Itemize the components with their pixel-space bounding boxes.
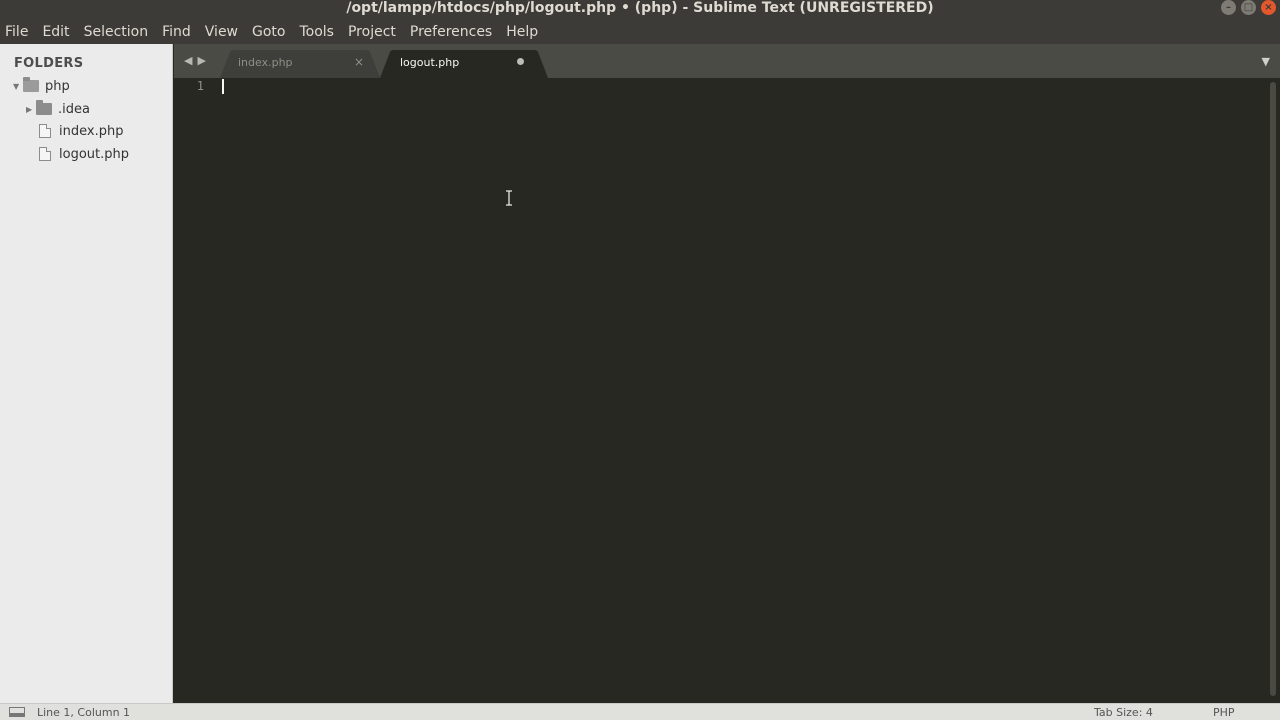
ibeam-cursor-icon: [506, 190, 512, 206]
window-controls: – □ ×: [1221, 0, 1276, 16]
file-icon: [39, 147, 51, 161]
nav-right-icon[interactable]: ▶: [197, 54, 205, 67]
nav-left-icon[interactable]: ◀: [184, 54, 192, 67]
tab-dropdown-icon[interactable]: ▼: [1262, 55, 1270, 68]
code-editor[interactable]: 1: [174, 78, 1266, 703]
close-window-button[interactable]: ×: [1261, 0, 1276, 15]
menu-preferences[interactable]: Preferences: [403, 20, 499, 44]
sidebar-header: FOLDERS: [14, 56, 84, 71]
syntax-mode[interactable]: PHP: [1213, 706, 1235, 719]
close-tab-icon[interactable]: ×: [354, 55, 364, 69]
tab-nav-arrows: ◀ ▶: [184, 54, 206, 67]
maximize-button[interactable]: □: [1241, 0, 1256, 15]
menu-file[interactable]: File: [5, 20, 35, 44]
cursor-position: Line 1, Column 1: [37, 706, 131, 719]
menu-tools[interactable]: Tools: [292, 20, 341, 44]
folder-icon: [36, 100, 52, 115]
tab-label: logout.php: [400, 56, 460, 69]
scrollbar-thumb[interactable]: [1270, 82, 1276, 696]
tree-folder-label: .idea: [58, 101, 90, 117]
sidebar: FOLDERS ▼ php ▶ .idea index.php logout.p…: [0, 44, 173, 703]
tab-bar: ◀ ▶ index.php × logout.php ▼: [174, 44, 1280, 78]
text-cursor: [222, 79, 224, 94]
minimize-button[interactable]: –: [1221, 0, 1236, 15]
tree-file-label: logout.php: [59, 146, 129, 162]
menu-help[interactable]: Help: [499, 20, 545, 44]
chevron-down-icon[interactable]: ▼: [13, 82, 23, 91]
vertical-scrollbar[interactable]: [1266, 78, 1280, 703]
tab-logout-php[interactable]: logout.php: [380, 50, 548, 78]
unsaved-dot-icon[interactable]: [517, 58, 524, 65]
tree-file-index[interactable]: index.php: [39, 121, 123, 141]
status-bar: Line 1, Column 1 Tab Size: 4 PHP: [0, 703, 1280, 720]
tree-file-label: index.php: [59, 123, 124, 139]
maximize-icon: □: [1243, 2, 1254, 13]
tree-folder-label: php: [45, 78, 70, 94]
folder-open-icon: [23, 77, 39, 92]
tab-index-php[interactable]: index.php ×: [220, 50, 380, 78]
tree-file-logout[interactable]: logout.php: [39, 144, 129, 164]
tree-folder-idea[interactable]: ▶ .idea: [26, 99, 90, 119]
line-number: 1: [196, 79, 204, 93]
file-icon: [39, 124, 51, 138]
menu-selection[interactable]: Selection: [77, 20, 156, 44]
tab-label: index.php: [238, 56, 293, 69]
minimize-icon: –: [1226, 2, 1231, 13]
window-titlebar: /opt/lampp/htdocs/php/logout.php • (php)…: [0, 0, 1280, 20]
menu-bar: File Edit Selection Find View Goto Tools…: [0, 20, 1280, 44]
window-title: /opt/lampp/htdocs/php/logout.php • (php)…: [346, 0, 934, 16]
menu-view[interactable]: View: [198, 20, 245, 44]
panel-toggle-icon[interactable]: [9, 707, 25, 717]
tree-folder-php[interactable]: ▼ php: [13, 76, 70, 96]
menu-goto[interactable]: Goto: [245, 20, 292, 44]
tab-size[interactable]: Tab Size: 4: [1094, 706, 1153, 719]
menu-project[interactable]: Project: [341, 20, 403, 44]
menu-find[interactable]: Find: [155, 20, 198, 44]
close-icon: ×: [1264, 2, 1273, 13]
chevron-right-icon[interactable]: ▶: [26, 105, 36, 114]
menu-edit[interactable]: Edit: [35, 20, 76, 44]
